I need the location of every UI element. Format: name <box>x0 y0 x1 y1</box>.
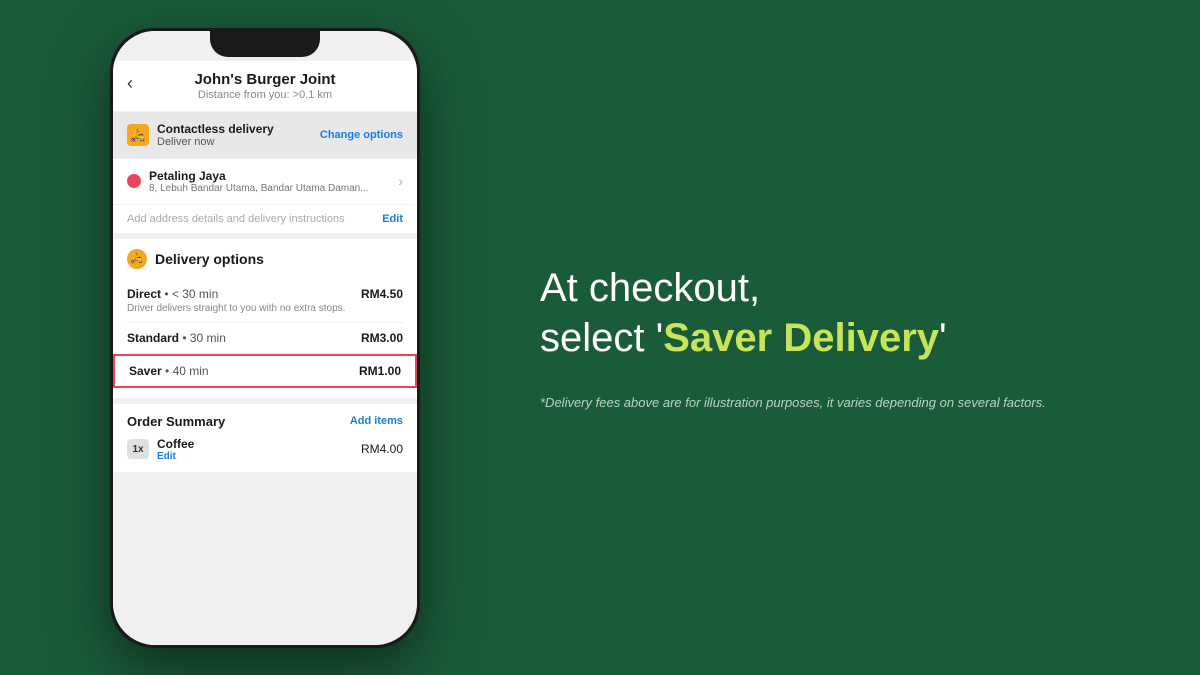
back-button[interactable]: ‹ <box>127 73 133 94</box>
distance-text: Distance from you: >0.1 km <box>198 89 332 101</box>
direct-option[interactable]: Direct • < 30 min RM4.50 Driver delivers… <box>127 279 403 323</box>
location-dot-icon <box>127 174 141 188</box>
delivery-time-label: Deliver now <box>157 136 274 148</box>
add-items-button[interactable]: Add items <box>350 415 403 427</box>
order-item: 1x Coffee Edit RM4.00 <box>127 437 403 462</box>
restaurant-name: John's Burger Joint <box>194 71 335 88</box>
app-header: ‹ John's Burger Joint Distance from you:… <box>113 61 417 111</box>
address-detail: 8, Lebuh Bandar Utama, Bandar Utama Dama… <box>149 183 398 194</box>
disclaimer-text: *Delivery fees above are for illustratio… <box>540 393 1046 413</box>
item-info: Coffee Edit <box>157 437 353 462</box>
delivery-icon: 🛵 <box>127 124 149 146</box>
phone-screen: ‹ John's Burger Joint Distance from you:… <box>113 31 417 645</box>
saver-option[interactable]: Saver • 40 min RM1.00 <box>113 354 417 388</box>
address-left: Petaling Jaya 8, Lebuh Bandar Utama, Ban… <box>127 169 398 194</box>
order-summary-title: Order Summary <box>127 414 225 429</box>
main-headline: At checkout, select 'Saver Delivery' <box>540 263 947 363</box>
address-info: Petaling Jaya 8, Lebuh Bandar Utama, Ban… <box>149 169 398 194</box>
standard-option-name: Standard • 30 min <box>127 331 226 345</box>
direct-option-time: • < 30 min <box>164 287 218 301</box>
screen-content: ‹ John's Burger Joint Distance from you:… <box>113 31 417 645</box>
summary-header: Order Summary Add items <box>127 414 403 429</box>
headline-highlight: Saver Delivery <box>663 316 939 360</box>
standard-option-time: • 30 min <box>182 331 226 345</box>
delivery-type-row[interactable]: 🛵 Contactless delivery Deliver now Chang… <box>113 112 417 158</box>
delivery-options-header: 🛵 Delivery options <box>127 249 403 269</box>
standard-option[interactable]: Standard • 30 min RM3.00 <box>127 323 403 354</box>
delivery-options-section: 🛵 Delivery options Direct • < 30 min RM4… <box>113 239 417 398</box>
item-name: Coffee <box>157 437 353 451</box>
delivery-options-title: Delivery options <box>155 251 264 267</box>
edit-address-button[interactable]: Edit <box>382 213 403 225</box>
right-panel: At checkout, select 'Saver Delivery' *De… <box>500 263 1200 413</box>
delivery-info: Contactless delivery Deliver now <box>157 122 274 148</box>
headline-line2-suffix: ' <box>939 316 947 360</box>
direct-option-price: RM4.50 <box>361 287 403 301</box>
address-instructions-row[interactable]: Add address details and delivery instruc… <box>113 204 417 233</box>
order-summary-section: Order Summary Add items 1x Coffee Edit R… <box>113 404 417 472</box>
saver-option-time: • 40 min <box>165 364 209 378</box>
saver-option-price: RM1.00 <box>359 364 401 378</box>
standard-option-main: Standard • 30 min RM3.00 <box>127 331 403 345</box>
item-price: RM4.00 <box>361 442 403 456</box>
standard-option-price: RM3.00 <box>361 331 403 345</box>
delivery-options-icon: 🛵 <box>127 249 147 269</box>
headline-line1: At checkout, <box>540 266 760 310</box>
phone-mockup: ‹ John's Burger Joint Distance from you:… <box>110 28 420 648</box>
address-row[interactable]: Petaling Jaya 8, Lebuh Bandar Utama, Ban… <box>113 159 417 204</box>
change-options-button[interactable]: Change options <box>320 129 403 141</box>
delivery-left: 🛵 Contactless delivery Deliver now <box>127 122 274 148</box>
instruction-placeholder: Add address details and delivery instruc… <box>127 213 345 225</box>
address-city: Petaling Jaya <box>149 169 398 183</box>
saver-option-main: Saver • 40 min RM1.00 <box>129 364 401 378</box>
item-edit-button[interactable]: Edit <box>157 451 353 462</box>
saver-option-name: Saver • 40 min <box>129 364 209 378</box>
phone-notch <box>210 31 320 57</box>
delivery-type-label: Contactless delivery <box>157 122 274 136</box>
chevron-right-icon: › <box>398 173 403 189</box>
direct-option-desc: Driver delivers straight to you with no … <box>127 303 403 314</box>
direct-option-main: Direct • < 30 min RM4.50 <box>127 287 403 301</box>
phone-area: ‹ John's Burger Joint Distance from you:… <box>0 0 500 675</box>
direct-option-name: Direct • < 30 min <box>127 287 218 301</box>
headline-line2-prefix: select ' <box>540 316 663 360</box>
quantity-badge: 1x <box>127 439 149 459</box>
